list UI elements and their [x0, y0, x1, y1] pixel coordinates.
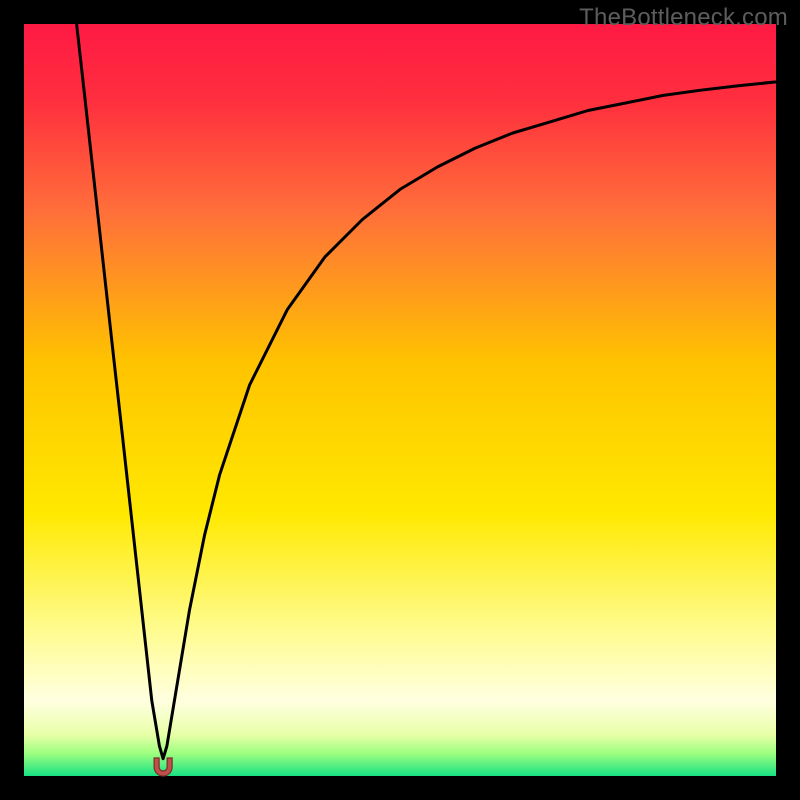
chart-frame: TheBottleneck.com — [0, 0, 800, 800]
gradient-background — [24, 24, 776, 776]
watermark-text: TheBottleneck.com — [579, 4, 788, 32]
bottleneck-chart — [0, 0, 800, 800]
